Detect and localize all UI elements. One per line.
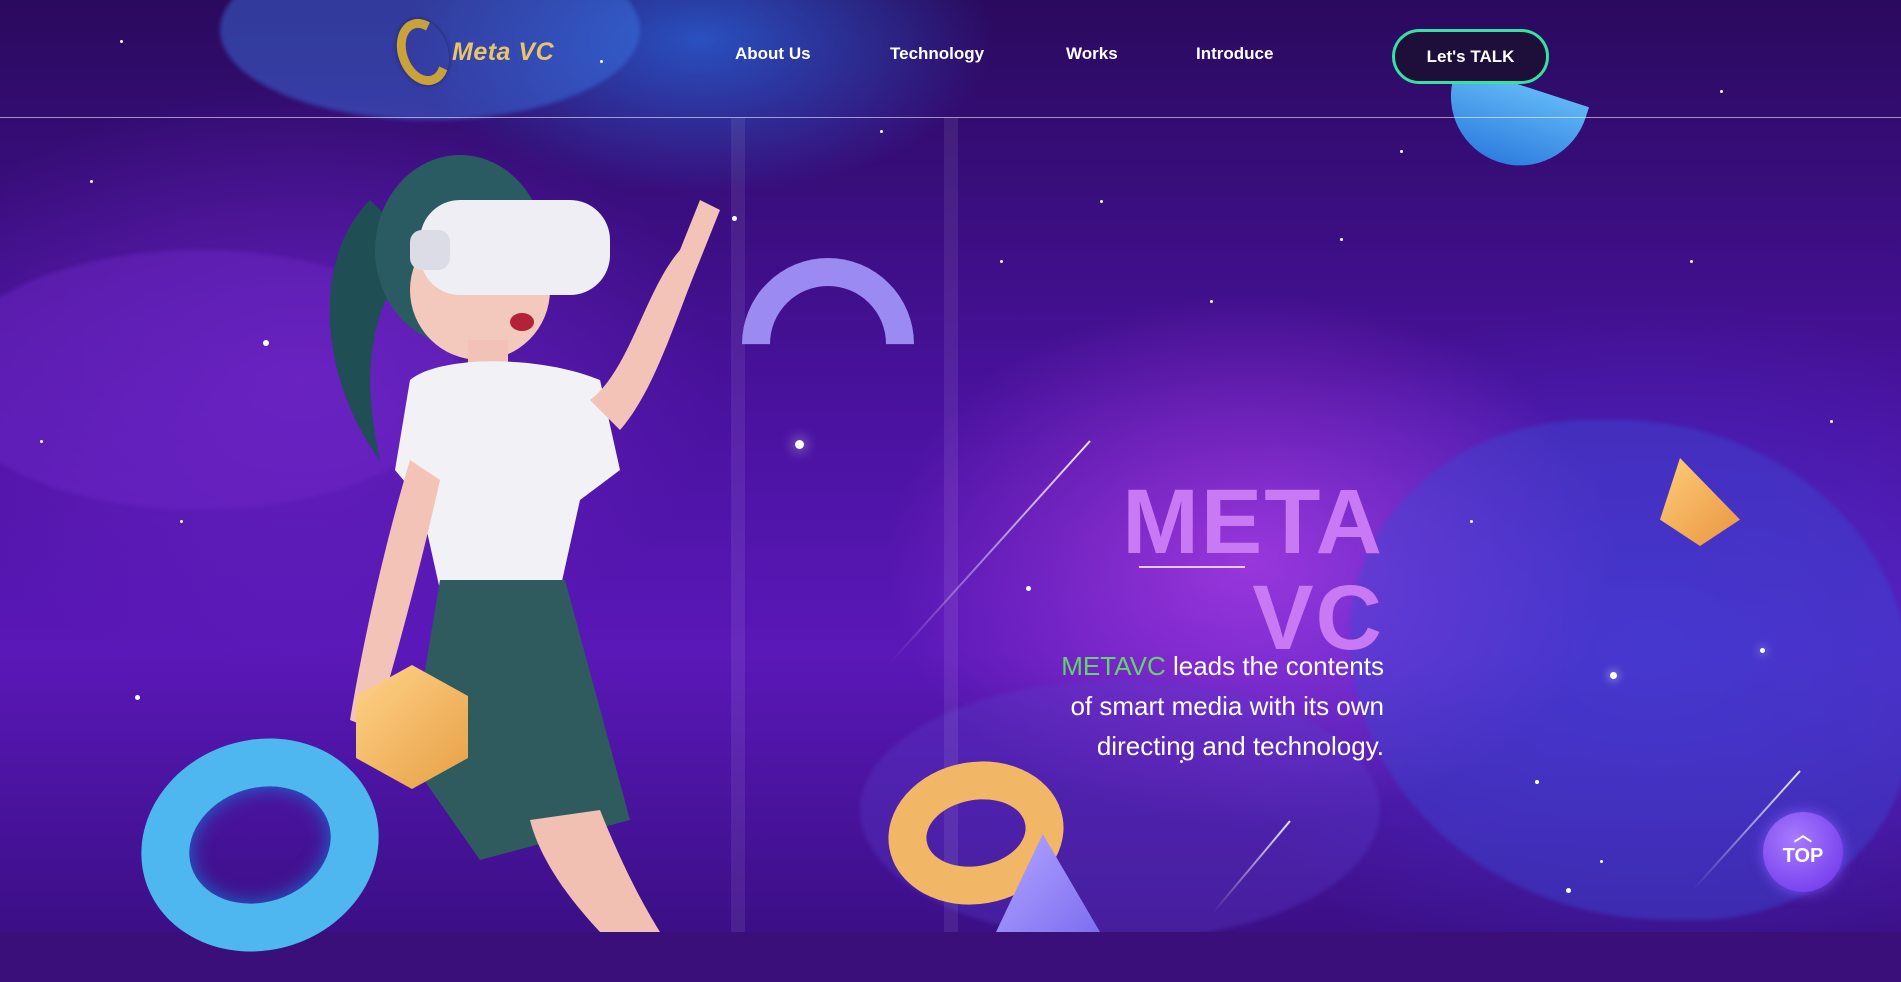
hero-divider: [1139, 566, 1245, 568]
logo[interactable]: Meta VC: [387, 11, 555, 93]
nav-item-introduce[interactable]: Introduce: [1196, 44, 1273, 64]
hero-title-line1: META: [1122, 470, 1384, 573]
hero-brand: METAVC: [1061, 651, 1166, 681]
lets-talk-button[interactable]: Let's TALK: [1392, 29, 1549, 84]
logo-mark-icon: [387, 11, 459, 93]
nav-item-about-us[interactable]: About Us: [735, 44, 811, 64]
hero-desc-part1: leads the contents: [1165, 651, 1384, 681]
site-header: Meta VC About Us Technology Works Introd…: [0, 0, 1901, 118]
hero-description: METAVC leads the contents of smart media…: [964, 646, 1384, 766]
top-button-label: TOP: [1782, 845, 1824, 867]
hero-desc-line2: of smart media with its own: [1070, 691, 1384, 721]
chevron-up-icon: ︿: [1794, 825, 1812, 845]
hero-desc-line3: directing and technology.: [1096, 731, 1384, 761]
vr-girl-illustration: [300, 140, 820, 932]
hero-title: META VC: [1122, 474, 1384, 666]
nav-item-technology[interactable]: Technology: [890, 44, 984, 64]
logo-text: Meta VC: [452, 37, 555, 66]
nav-item-works[interactable]: Works: [1066, 44, 1118, 64]
back-to-top-button[interactable]: ︿ TOP: [1763, 812, 1843, 892]
